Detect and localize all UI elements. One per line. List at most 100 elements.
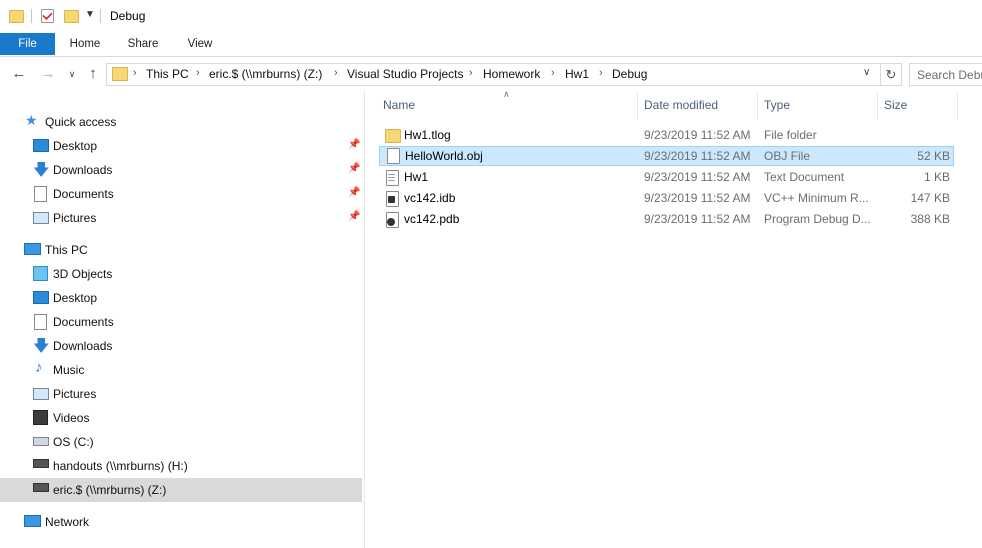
file-row[interactable]: HelloWorld.obj 9/23/2019 11:52 AM OBJ Fi… [379, 146, 954, 166]
navigation-pane: ★ Quick access Desktop 📌 🡇 Downloads 📌 D… [0, 91, 365, 548]
desktop-icon [33, 139, 49, 152]
file-type: OBJ File [764, 149, 811, 163]
file-name: Hw1.tlog [404, 128, 451, 142]
pictures-icon [33, 388, 49, 400]
file-date: 9/23/2019 11:52 AM [644, 128, 751, 142]
sidebar-item-quick-access[interactable]: ★ Quick access [0, 110, 362, 134]
sidebar-item-downloads-pc[interactable]: 🡇 Downloads [0, 334, 362, 358]
refresh-icon[interactable]: ↻ [880, 63, 902, 86]
title-separator [100, 9, 101, 23]
music-note-icon: ♪ [35, 359, 43, 376]
breadcrumb-drive[interactable]: eric.$ (\\mrburns) (Z:) [209, 67, 322, 81]
sidebar-item-network[interactable]: Network [0, 510, 362, 534]
file-row[interactable]: Hw1 9/23/2019 11:52 AM Text Document 1 K… [379, 167, 954, 187]
breadcrumb-debug[interactable]: Debug [612, 67, 647, 81]
column-divider[interactable] [757, 93, 758, 119]
column-divider[interactable] [877, 93, 878, 119]
sidebar-item-label: handouts (\\mrburns) (H:) [53, 459, 188, 473]
breadcrumb-separator: › [469, 67, 473, 79]
column-header-type[interactable]: Type [764, 98, 790, 112]
sidebar-item-desktop-pc[interactable]: Desktop [0, 286, 362, 310]
sidebar-item-3d-objects[interactable]: 3D Objects [0, 262, 362, 286]
sidebar-item-documents[interactable]: Documents 📌 [0, 182, 362, 206]
column-header-name[interactable]: Name [383, 98, 415, 112]
breadcrumb-visual-studio-projects[interactable]: Visual Studio Projects [347, 67, 464, 81]
sidebar-item-os-c[interactable]: OS (C:) [0, 430, 362, 454]
folder-icon [9, 8, 24, 23]
sidebar-item-pictures-pc[interactable]: Pictures [0, 382, 362, 406]
file-size: 52 KB [917, 149, 950, 163]
file-date: 9/23/2019 11:52 AM [644, 212, 751, 226]
column-divider[interactable] [637, 93, 638, 119]
star-icon: ★ [25, 112, 38, 128]
sidebar-item-eric-drive[interactable]: eric.$ (\\mrburns) (Z:) [0, 478, 362, 502]
back-arrow-icon[interactable]: ← [10, 65, 28, 83]
idb-file-icon [385, 190, 399, 207]
desktop-icon [33, 291, 49, 304]
sidebar-item-pictures[interactable]: Pictures 📌 [0, 206, 362, 230]
download-arrow-icon: 🡇 [33, 162, 50, 179]
sidebar-item-music[interactable]: ♪ Music [0, 358, 362, 382]
pin-icon[interactable]: 📌 [348, 139, 360, 150]
breadcrumb-this-pc[interactable]: This PC [146, 67, 189, 81]
documents-icon [34, 186, 47, 202]
network-icon [24, 515, 41, 527]
sidebar-item-label: Documents [53, 187, 114, 201]
up-arrow-icon[interactable]: ↑ [84, 65, 102, 83]
file-name: vc142.idb [404, 191, 456, 205]
new-folder-icon[interactable] [64, 8, 79, 23]
file-row[interactable]: Hw1.tlog 9/23/2019 11:52 AM File folder [379, 125, 954, 145]
file-date: 9/23/2019 11:52 AM [644, 191, 751, 205]
documents-icon [34, 314, 47, 330]
breadcrumb-homework[interactable]: Homework [483, 67, 540, 81]
column-header-size[interactable]: Size [884, 98, 907, 112]
title-bar: ▼ Debug [0, 0, 982, 33]
search-input[interactable]: Search Debug [909, 63, 982, 86]
hard-drive-icon [33, 437, 49, 446]
file-name: HelloWorld.obj [405, 149, 483, 163]
search-placeholder: Search Debug [917, 68, 982, 82]
file-size: 147 KB [910, 191, 950, 205]
folder-icon [385, 127, 401, 143]
sidebar-item-label: Documents [53, 315, 114, 329]
sidebar-item-handouts[interactable]: handouts (\\mrburns) (H:) [0, 454, 362, 478]
properties-icon[interactable] [40, 8, 54, 23]
sidebar-item-label: 3D Objects [53, 267, 113, 281]
sidebar-item-documents-pc[interactable]: Documents [0, 310, 362, 334]
pin-icon[interactable]: 📌 [348, 187, 360, 198]
address-dropdown-chevron-icon[interactable]: ∨ [863, 67, 870, 78]
sidebar-item-label: Downloads [53, 163, 113, 177]
pin-icon[interactable]: 📌 [348, 163, 360, 174]
recent-locations-chevron-icon[interactable]: ∨ [63, 65, 81, 83]
address-bar[interactable]: › This PC › eric.$ (\\mrburns) (Z:) › Vi… [106, 63, 881, 86]
customize-quick-access-icon[interactable]: ▼ [85, 9, 95, 20]
file-type: VC++ Minimum R... [764, 191, 869, 205]
sidebar-item-videos[interactable]: Videos [0, 406, 362, 430]
network-drive-icon [33, 459, 49, 468]
file-row[interactable]: vc142.pdb 9/23/2019 11:52 AM Program Deb… [379, 209, 954, 229]
file-icon [386, 148, 400, 164]
sidebar-item-label: Pictures [53, 387, 97, 401]
breadcrumb-separator: › [196, 67, 200, 79]
film-strip-icon [33, 410, 48, 425]
sidebar-item-this-pc[interactable]: This PC [0, 238, 362, 262]
tab-home[interactable]: Home [62, 33, 108, 55]
forward-arrow-icon[interactable]: → [39, 65, 57, 83]
sidebar-item-desktop[interactable]: Desktop 📌 [0, 134, 362, 158]
tab-file[interactable]: File [0, 33, 55, 55]
sidebar-item-label: Desktop [53, 291, 98, 305]
sidebar-item-label: Music [53, 363, 85, 377]
sidebar-item-downloads[interactable]: 🡇 Downloads 📌 [0, 158, 362, 182]
ribbon: File Home Share View [0, 33, 982, 57]
pin-icon[interactable]: 📌 [348, 211, 360, 222]
column-divider[interactable] [957, 93, 958, 119]
file-row[interactable]: vc142.idb 9/23/2019 11:52 AM VC++ Minimu… [379, 188, 954, 208]
breadcrumb-separator: › [551, 67, 555, 79]
breadcrumb-separator: › [334, 67, 338, 79]
network-drive-icon [33, 483, 49, 492]
tab-view[interactable]: View [178, 33, 222, 55]
file-type: Program Debug D... [764, 212, 871, 226]
column-header-date[interactable]: Date modified [644, 98, 718, 112]
breadcrumb-hw1[interactable]: Hw1 [565, 67, 589, 81]
tab-share[interactable]: Share [120, 33, 166, 55]
